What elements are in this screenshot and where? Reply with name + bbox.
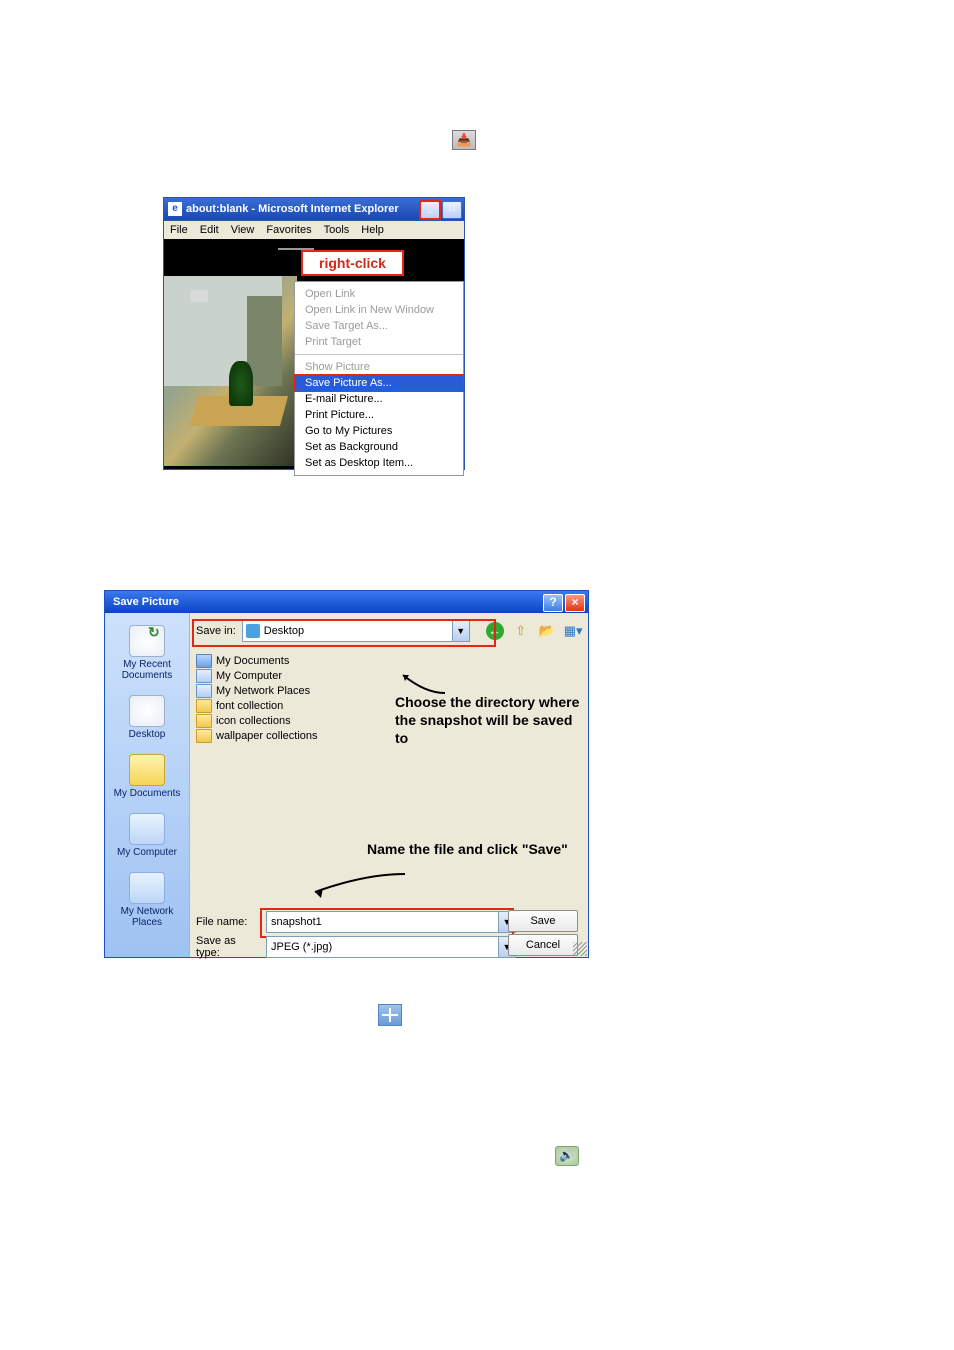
menu-tools[interactable]: Tools [324,224,350,236]
folder-icon [196,699,212,713]
folder-icon [196,729,212,743]
chevron-down-icon[interactable]: ▼ [452,621,469,641]
menu-help[interactable]: Help [361,224,384,236]
ie-titlebar: e about:blank - Microsoft Internet Explo… [164,198,464,221]
save-in-value: Desktop [264,625,304,637]
file-name-label: File name: [196,916,258,928]
new-folder-icon[interactable]: 📂 [538,622,556,640]
my-network-icon [129,872,165,904]
save-dialog-right: Save in: Desktop ▼ ← ⇧ 📂 ▦▾ My Documents… [190,613,588,957]
file-name-row: File name: snapshot1 ▼ [196,911,516,933]
snapshot-icon-glyph: 📥 [457,133,472,147]
context-menu: Open Link Open Link in New Window Save T… [294,281,464,476]
place-desktop[interactable]: Desktop [129,695,166,740]
ctx-go-to-my-pictures[interactable]: Go to My Pictures [295,423,463,439]
network-icon [196,684,212,698]
my-computer-icon [129,813,165,845]
plus-icon [378,1004,402,1026]
ie-title-text: about:blank - Microsoft Internet Explore… [186,203,399,215]
annotation-choose-directory: Choose the directory where the snapshot … [395,693,588,747]
annotation-name-file: Name the file and click "Save" [367,841,568,857]
place-recent[interactable]: My Recent Documents [105,625,189,681]
ctx-open-link[interactable]: Open Link [295,286,463,302]
save-in-row: Save in: Desktop ▼ ← ⇧ 📂 ▦▾ [190,613,588,649]
speaker-icon [555,1146,579,1166]
save-as-type-label: Save as type: [196,935,258,959]
desktop-icon [129,695,165,727]
up-one-level-icon[interactable]: ⇧ [512,622,530,640]
list-item[interactable]: wallpaper collections [196,729,318,743]
cancel-button[interactable]: Cancel [508,934,578,956]
camera-snapshot-image[interactable] [164,276,297,466]
folder-icon [196,654,212,668]
my-documents-icon [129,754,165,786]
help-button[interactable]: ? [543,594,563,612]
save-dialog-title: Save Picture [113,596,179,608]
file-name-value: snapshot1 [271,916,322,928]
save-in-combo[interactable]: Desktop ▼ [242,620,470,642]
save-button[interactable]: Save [508,910,578,932]
ctx-set-as-desktop-item[interactable]: Set as Desktop Item... [295,455,463,471]
ctx-open-link-new-window[interactable]: Open Link in New Window [295,302,463,318]
ie-menubar: File Edit View Favorites Tools Help [164,221,464,239]
list-item[interactable]: font collection [196,699,318,713]
ctx-print-picture[interactable]: Print Picture... [295,407,463,423]
snapshot-icon: 📥 [452,130,476,150]
menu-file[interactable]: File [170,224,188,236]
desktop-combo-icon [246,624,260,638]
ie-content: right-click Open Link Open Link in New W… [164,240,464,469]
ctx-save-picture-as[interactable]: Save Picture As... [295,375,463,391]
annotation-right-click: right-click [301,250,404,276]
list-item[interactable]: My Network Places [196,684,318,698]
ie-window: e about:blank - Microsoft Internet Explo… [163,197,465,470]
ctx-print-target[interactable]: Print Target [295,334,463,350]
places-bar: My Recent Documents Desktop My Documents… [105,613,190,957]
recent-icon [129,625,165,657]
ctx-show-picture[interactable]: Show Picture [295,359,463,375]
save-as-type-value: JPEG (*.jpg) [271,941,332,953]
computer-icon [196,669,212,683]
save-dialog-titlebar: Save Picture ? × [105,591,588,613]
save-in-label: Save in: [196,625,236,637]
ie-logo-icon: e [168,202,182,216]
list-item[interactable]: icon collections [196,714,318,728]
file-listing: My Documents My Computer My Network Plac… [196,653,318,744]
ctx-email-picture[interactable]: E-mail Picture... [295,391,463,407]
back-icon[interactable]: ← [486,622,504,640]
place-my-documents[interactable]: My Documents [114,754,181,799]
place-my-computer[interactable]: My Computer [117,813,177,858]
close-button[interactable]: × [565,594,585,612]
list-item[interactable]: My Computer [196,669,318,683]
save-as-type-row: Save as type: JPEG (*.jpg) ▼ [196,935,516,959]
highlight-maximize [419,200,441,220]
menu-edit[interactable]: Edit [200,224,219,236]
ctx-save-target-as[interactable]: Save Target As... [295,318,463,334]
arrow-icon [395,669,455,697]
file-name-input[interactable]: snapshot1 ▼ [266,911,516,933]
views-icon[interactable]: ▦▾ [564,622,582,640]
arrow-icon [305,868,415,902]
maximize-button[interactable]: □ [442,201,462,219]
list-item[interactable]: My Documents [196,654,318,668]
folder-icon [196,714,212,728]
resize-grip-icon[interactable] [573,942,587,956]
place-my-network[interactable]: My Network Places [105,872,189,928]
save-as-type-combo[interactable]: JPEG (*.jpg) ▼ [266,936,516,958]
menu-favorites[interactable]: Favorites [266,224,311,236]
save-picture-dialog: Save Picture ? × My Recent Documents Des… [104,590,589,958]
menu-view[interactable]: View [231,224,255,236]
ctx-set-as-background[interactable]: Set as Background [295,439,463,455]
